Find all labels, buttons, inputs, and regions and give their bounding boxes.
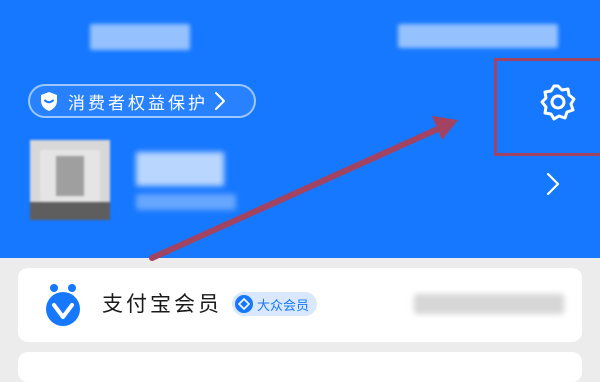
member-level-badge: 大众会员	[232, 292, 318, 316]
diamond-icon	[235, 295, 253, 313]
username-blurred	[136, 152, 224, 186]
chevron-right-icon	[214, 91, 228, 111]
alipay-member-card[interactable]: 支付宝会员 大众会员	[18, 268, 582, 342]
consumer-protection-button[interactable]: 消费者权益保护	[28, 84, 256, 118]
settings-highlight-box	[494, 58, 600, 156]
status-bar-blurred-left	[90, 24, 190, 50]
account-id-blurred	[136, 194, 236, 210]
avatar[interactable]	[30, 140, 110, 220]
next-card-partial	[18, 352, 582, 382]
profile-chevron-right-icon[interactable]	[546, 172, 560, 196]
member-level-label: 大众会员	[257, 298, 310, 314]
member-title: 支付宝会员	[102, 292, 222, 316]
consumer-protection-label: 消费者权益保护	[68, 93, 208, 114]
alipay-member-logo-icon	[42, 282, 84, 328]
profile-header: 消费者权益保护	[0, 0, 600, 258]
status-bar-blurred-right	[398, 24, 558, 48]
shield-icon	[38, 90, 60, 112]
member-info-blurred	[414, 294, 564, 314]
